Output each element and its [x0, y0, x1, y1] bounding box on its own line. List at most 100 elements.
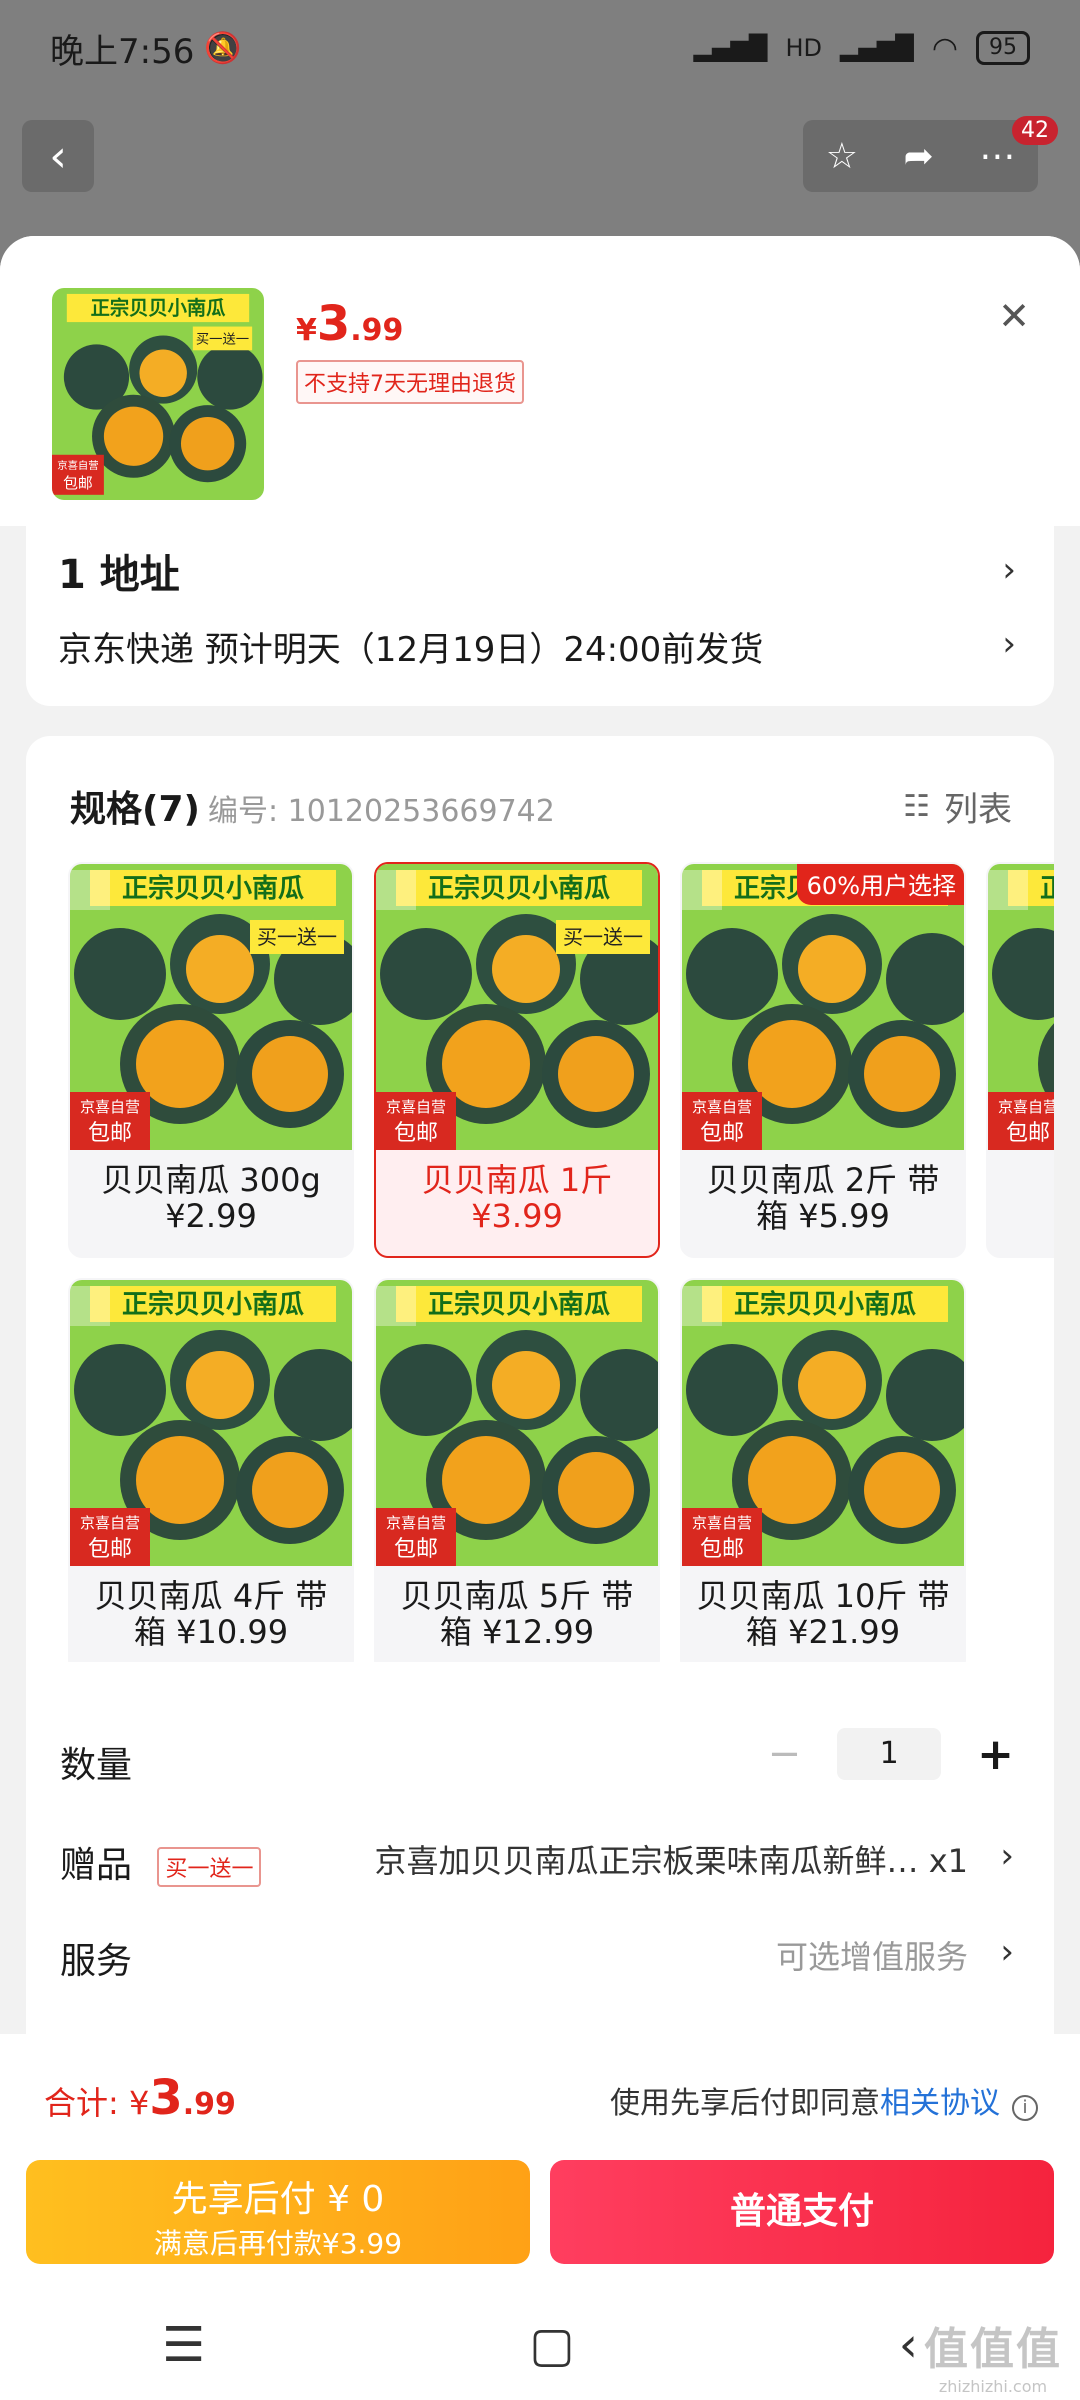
watermark-url: zhizhizhi.com: [938, 2377, 1048, 2396]
tile-shipping: 包邮: [88, 1121, 132, 1146]
service-text: 可选增值服务: [775, 1938, 968, 1976]
tile-shipping: 包邮: [1006, 1121, 1050, 1146]
tile-title: 正宗贝贝小南瓜: [428, 1289, 610, 1320]
return-policy-tag: 不支持7天无理由退货: [296, 360, 524, 404]
service-label: 服务: [60, 1941, 133, 1982]
sheet-header: 正宗贝贝小南瓜 京喜自营 包邮 买一送一 ¥3.99 不支持7天无理由退货 ✕: [0, 236, 1080, 526]
tile-seller: 京喜自营: [386, 1514, 446, 1532]
thumb-promo: 买一送一: [196, 332, 249, 348]
mute-icon: 🔕: [204, 30, 242, 66]
close-icon[interactable]: ✕: [998, 294, 1030, 338]
variant-grid: 正宗贝贝小南瓜 京喜自营 包邮 买一送一 贝贝南瓜 300g ¥2.99 正宗贝…: [68, 862, 1054, 1662]
normal-pay-button[interactable]: 普通支付: [550, 2160, 1054, 2264]
tile-title: 正宗贝贝小南瓜: [428, 873, 610, 904]
list-view-toggle[interactable]: ☷ 列表: [903, 782, 1012, 831]
top-toolbar: ‹ ☆ ➦ ⋯ 42: [22, 116, 1058, 192]
thumb-title: 正宗贝贝小南瓜: [91, 297, 227, 320]
pumpkin-image: 正宗贝贝小南瓜 京喜自营 包邮: [682, 1280, 964, 1566]
pay-later-button[interactable]: 先享后付 ¥ 0 满意后再付款¥3.99: [26, 2160, 530, 2264]
variant-tile[interactable]: 正宗贝贝小南瓜 京喜自营 包邮 贝贝南瓜 10斤 带箱 ¥21.99: [680, 1278, 966, 1662]
tile-title: 正宗贝贝小南瓜: [734, 1289, 916, 1320]
back-icon[interactable]: ‹: [899, 2317, 918, 2373]
plus-button[interactable]: +: [977, 1729, 1014, 1780]
spec-code: 编号: 10120253669742: [208, 794, 555, 829]
service-row[interactable]: 服务 可选增值服务 ›: [60, 1932, 1014, 1984]
product-thumbnail[interactable]: 正宗贝贝小南瓜 京喜自营 包邮 买一送一: [52, 288, 264, 500]
chevron-right-icon: ›: [1000, 1932, 1014, 1972]
address-card: 1 地址 › 京东快递 预计明天（12月19日）24:00前发货 ›: [26, 526, 1054, 706]
tile-shipping: 包邮: [394, 1537, 438, 1562]
variant-tile[interactable]: 正宗贝贝小南瓜 京喜自营 包邮 贝贝南瓜 4斤 带箱 ¥10.99: [68, 1278, 354, 1662]
pumpkin-image: 正宗贝贝小南瓜 京喜自营 包邮: [376, 1280, 658, 1566]
pay-later-sublabel: 满意后再付款¥3.99: [153, 2227, 403, 2260]
thumb-shipping: 包邮: [63, 475, 93, 492]
tile-shipping: 包邮: [394, 1121, 438, 1146]
tile-seller: 京喜自营: [692, 1514, 752, 1532]
quantity-stepper: − 1 +: [768, 1728, 1014, 1780]
price-symbol: ¥: [296, 313, 317, 348]
pumpkin-image: 正宗贝贝小南瓜 京喜自营 包邮: [682, 864, 964, 1150]
variant-tile[interactable]: 正宗贝贝小南瓜 京喜自营 包邮 买一送一 贝贝南瓜 1斤 ¥3.99: [374, 862, 660, 1258]
variant-tile[interactable]: 正宗贝贝小南瓜 京喜自营 包邮 贝: [986, 862, 1054, 1258]
tile-seller: 京喜自营: [80, 1514, 140, 1532]
back-button[interactable]: ‹: [22, 120, 94, 192]
gift-label: 赠品: [60, 1845, 133, 1886]
battery-icon: 95: [976, 31, 1030, 65]
tile-shipping: 包邮: [700, 1121, 744, 1146]
variant-tile[interactable]: 正宗贝贝小南瓜 京喜自营 包邮 买一送一 贝贝南瓜 300g ¥2.99: [68, 862, 354, 1258]
minus-button[interactable]: −: [768, 1731, 802, 1777]
tile-seller: 京喜自营: [692, 1098, 752, 1116]
favorite-icon[interactable]: ☆: [826, 136, 858, 177]
agreement-text: 使用先享后付即同意相关协议 i: [610, 2078, 1038, 2122]
total-label: 合计: ¥: [44, 2084, 150, 2122]
address-title[interactable]: 1 地址: [58, 542, 180, 600]
menu-icon[interactable]: ☰: [162, 2317, 205, 2373]
shipping-estimate[interactable]: 京东快递 预计明天（12月19日）24:00前发货: [58, 622, 763, 671]
chevron-right-icon[interactable]: ›: [1002, 550, 1016, 590]
tile-seller: 京喜自营: [80, 1098, 140, 1116]
pumpkin-image: 正宗贝贝小南瓜 京喜自营 包邮: [988, 864, 1054, 1150]
gift-row[interactable]: 赠品 买一送一 京喜加贝贝南瓜正宗板栗味南瓜新鲜… x1 ›: [60, 1836, 1014, 1888]
selected-price: ¥3.99: [296, 296, 403, 352]
home-icon[interactable]: ▢: [529, 2317, 574, 2373]
variant-label: 贝贝南瓜 1斤 ¥3.99: [421, 1161, 613, 1235]
tile-promo: 买一送一: [257, 925, 337, 949]
quantity-row: 数量 − 1 +: [60, 1728, 1014, 1788]
variant-tile[interactable]: 正宗贝贝小南瓜 京喜自营 包邮 贝贝南瓜 5斤 带箱 ¥12.99: [374, 1278, 660, 1662]
action-group: ☆ ➦ ⋯: [803, 120, 1038, 192]
agreement-link[interactable]: 相关协议: [880, 2086, 1000, 2121]
variant-label: 贝贝南瓜 300g ¥2.99: [101, 1161, 321, 1235]
chevron-right-icon[interactable]: ›: [1002, 624, 1016, 664]
message-badge: 42: [1012, 116, 1058, 145]
chevron-right-icon: ›: [1000, 1836, 1014, 1876]
price-dec: .99: [350, 313, 404, 348]
total-dec: .99: [182, 2087, 236, 2122]
more-icon[interactable]: ⋯: [979, 136, 1015, 177]
pumpkin-image: 正宗贝贝小南瓜 京喜自营 包邮 买一送一: [376, 864, 658, 1150]
status-bar: 晚上7:56 🔕 ▂▄▆█ HD ▂▄▆█ ◠ 95: [0, 0, 1080, 96]
status-time: 晚上7:56: [50, 31, 195, 72]
total-int: 3: [149, 2070, 183, 2126]
watermark: 值值值 zhizhizhi.com: [924, 2313, 1062, 2396]
thumb-seller: 京喜自营: [57, 459, 98, 472]
spec-title: 规格(7): [70, 789, 200, 830]
tile-title: 正宗贝贝小南瓜: [122, 873, 304, 904]
tile-shipping: 包邮: [88, 1537, 132, 1562]
info-icon[interactable]: i: [1012, 2095, 1038, 2121]
list-icon: ☷: [903, 789, 930, 824]
share-icon[interactable]: ➦: [904, 136, 934, 177]
tile-title: 正宗贝贝小南瓜: [1040, 873, 1054, 904]
signal-icon: ▂▄▆█: [693, 34, 768, 62]
popular-badge: 60%用户选择: [796, 864, 964, 905]
signal-icon-2: ▂▄▆█: [839, 34, 914, 62]
quantity-input[interactable]: 1: [837, 1728, 942, 1780]
variant-label: 贝贝南瓜 5斤 带箱 ¥12.99: [400, 1577, 634, 1651]
variant-tile[interactable]: 正宗贝贝小南瓜 京喜自营 包邮 60%用户选择贝贝南瓜 2斤 带箱 ¥5.99: [680, 862, 966, 1258]
system-nav-bar: ☰ ▢ ‹: [0, 2290, 1080, 2400]
tile-seller: 京喜自营: [386, 1098, 446, 1116]
quantity-label: 数量: [60, 1745, 133, 1786]
gift-tag: 买一送一: [157, 1847, 262, 1887]
pumpkin-image: 正宗贝贝小南瓜 京喜自营 包邮: [70, 1280, 352, 1566]
variant-label: 贝: [998, 1162, 1054, 1198]
status-right: ▂▄▆█ HD ▂▄▆█ ◠ 95: [694, 31, 1030, 66]
